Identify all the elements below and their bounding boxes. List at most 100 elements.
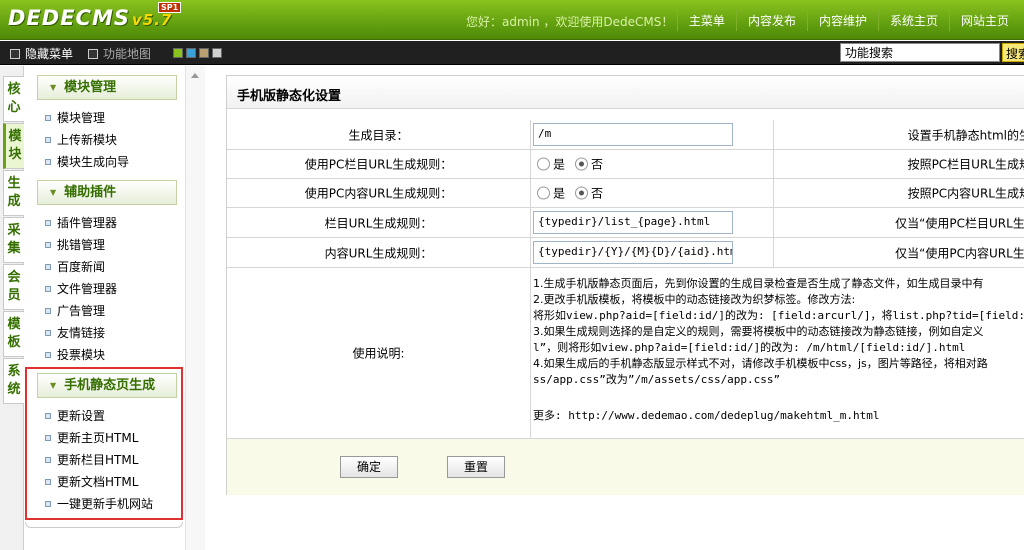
setting-row-art-rule: 使用PC内容URL生成规则： 是 否 按照PC内容URL生成规则生成	[227, 179, 1024, 208]
sidebar-item-label: 模块管理	[57, 111, 106, 125]
output-dir-input[interactable]: /m	[533, 123, 733, 146]
bullet-icon	[45, 351, 51, 358]
function-search-input[interactable]	[840, 43, 1000, 62]
nav-content-maintain[interactable]: 内容维护	[806, 10, 878, 31]
nav-content-publish[interactable]: 内容发布	[735, 10, 807, 31]
sidebar-item-label: 文件管理器	[57, 282, 118, 296]
skin-swatch-gray[interactable]	[212, 48, 222, 58]
setting-row-dir: 生成目录： /m 设置手机静态html的生成目录	[227, 120, 1024, 150]
side-tab-template[interactable]: 模板	[3, 311, 24, 357]
usage-line	[533, 388, 1024, 404]
grid-icon	[88, 48, 98, 59]
collapse-arrow-icon[interactable]	[191, 73, 199, 78]
usage-line: 将形如view.php?aid=[field:id/]的改为: [field:a…	[533, 309, 1024, 322]
radio-no[interactable]	[575, 186, 589, 200]
search-button[interactable]: 搜索	[1002, 43, 1024, 62]
sidebar-item-label: 挑错管理	[57, 238, 106, 252]
radio-yes-label: 是	[553, 186, 566, 201]
submit-button[interactable]: 确定	[340, 456, 398, 478]
form-footer: 确定 重置	[227, 439, 1024, 495]
panel-divider[interactable]	[185, 66, 205, 550]
skin-swatch-blue[interactable]	[186, 48, 196, 58]
sidebar-bottom-edge	[25, 522, 183, 528]
column-url-rule-input[interactable]: {typedir}/list_{page}.html	[533, 211, 733, 234]
skin-swatch-brown[interactable]	[199, 48, 209, 58]
usage-line: 4.如果生成后的手机静态版显示样式不对，请修改手机模板中css，js，图片等路径…	[533, 357, 988, 370]
sidebar-item-label: 友情链接	[57, 326, 106, 340]
sidebar-item-module-wizard[interactable]: 模块生成向导	[45, 153, 129, 170]
radio-yes[interactable]	[537, 157, 550, 171]
sidebar-item-ad-manager[interactable]: 广告管理	[45, 302, 105, 319]
section-helper-plugins[interactable]: ▼ 辅助插件	[37, 180, 177, 205]
usage-more-link[interactable]: 更多: http://www.dedemao.com/dedeplug/make…	[533, 408, 1024, 424]
hide-menu-button[interactable]: 隐藏菜单	[10, 45, 73, 62]
row-label: 使用PC栏目URL生成规则：	[304, 157, 453, 172]
page-title: 手机版静态化设置	[227, 76, 1024, 109]
bullet-icon	[45, 114, 51, 121]
row-label: 生成目录：	[348, 128, 409, 142]
triangle-down-icon: ▼	[50, 83, 57, 92]
side-tab-collect[interactable]: 采集	[3, 217, 24, 263]
nav-system-home[interactable]: 系统主页	[877, 10, 949, 31]
sidebar-item-label: 投票模块	[57, 348, 106, 362]
nav-main-menu[interactable]: 主菜单	[676, 10, 736, 31]
bullet-icon	[45, 285, 51, 292]
side-tab-module[interactable]: 模块	[3, 123, 24, 169]
hide-menu-label: 隐藏菜单	[25, 47, 74, 61]
side-tab-generate[interactable]: 生成	[3, 170, 24, 216]
setting-row-art-url: 内容URL生成规则： {typedir}/{Y}/{M}{D}/{aid}.ht…	[227, 238, 1024, 268]
sp-badge: SP1	[158, 2, 182, 13]
bullet-icon	[45, 241, 51, 248]
row-description: 按照PC内容URL生成规则生成	[907, 186, 1024, 201]
radio-yes-label: 是	[553, 157, 566, 172]
row-label: 栏目URL生成规则：	[324, 216, 433, 230]
function-map-button[interactable]: 功能地图	[88, 45, 151, 62]
skin-swatch-green[interactable]	[173, 48, 183, 58]
side-tabs: 核心 模块 生成 采集 会员 模板 系统	[0, 66, 24, 550]
bullet-icon	[45, 136, 51, 143]
side-tab-core[interactable]: 核心	[3, 76, 24, 122]
radio-yes[interactable]	[537, 186, 550, 200]
article-url-rule-input[interactable]: {typedir}/{Y}/{M}{D}/{aid}.html	[533, 241, 733, 264]
sidebar-item-baidu-news[interactable]: 百度新闻	[45, 258, 105, 275]
function-map-label: 功能地图	[103, 47, 152, 61]
sidebar-item-label: 模块生成向导	[57, 155, 130, 169]
reset-button[interactable]: 重置	[447, 456, 505, 478]
sidebar-item-vote-module[interactable]: 投票模块	[45, 346, 105, 363]
sidebar-item-module-manage[interactable]: 模块管理	[45, 109, 105, 126]
radio-no[interactable]	[575, 157, 589, 171]
sidebar-item-plugin-manager[interactable]: 插件管理器	[45, 214, 117, 231]
usage-line: ss/app.css”改为”/m/assets/css/app.css”	[533, 373, 781, 386]
usage-line: 1.生成手机版静态页面后，先到你设置的生成目录检查是否生成了静态文件，如生成目录…	[533, 277, 984, 290]
nav-site-home[interactable]: 网站主页	[948, 10, 1020, 31]
bullet-icon	[45, 329, 51, 336]
sidebar-item-upload-module[interactable]: 上传新模块	[45, 131, 117, 148]
sidebar-item-error-report[interactable]: 挑错管理	[45, 236, 105, 253]
top-header: DEDECMS v5.7 SP1 您好：admin ，欢迎使用DedeCMS！ 主…	[0, 0, 1024, 40]
col-rule-radio-group: 是 否	[537, 156, 603, 173]
sidebar-item-friend-links[interactable]: 友情链接	[45, 324, 105, 341]
row-label: 使用PC内容URL生成规则：	[304, 186, 453, 201]
side-tab-system[interactable]: 系统	[3, 358, 24, 404]
sidebar-item-file-manager[interactable]: 文件管理器	[45, 280, 117, 297]
section-title: 模块管理	[64, 80, 117, 95]
section-title: 辅助插件	[64, 185, 117, 200]
top-nav: 主菜单 内容发布 内容维护 系统主页 网站主页	[676, 10, 1020, 31]
row-description: 仅当“使用PC内容URL生成规则”	[895, 246, 1024, 260]
section-module-management[interactable]: ▼ 模块管理	[37, 75, 177, 100]
art-rule-radio-group: 是 否	[537, 185, 603, 202]
usage-line: 2.更改手机版模板，将模板中的动态链接改为织梦标签。修改方法:	[533, 293, 856, 306]
highlight-box	[25, 367, 183, 520]
sidebar-item-label: 上传新模块	[57, 133, 118, 147]
setting-row-col-url: 栏目URL生成规则： {typedir}/list_{page}.html 仅当…	[227, 208, 1024, 238]
row-description: 按照PC栏目URL生成规则生成	[907, 157, 1024, 172]
menu-icon	[10, 48, 20, 59]
sidebar-item-label: 广告管理	[57, 304, 106, 318]
sidebar-item-label: 百度新闻	[57, 260, 106, 274]
logo-text: DEDECMS	[8, 6, 130, 30]
row-description: 仅当“使用PC栏目URL生成规则”	[895, 216, 1024, 230]
bullet-icon	[45, 263, 51, 270]
side-tab-member[interactable]: 会员	[3, 264, 24, 310]
sidebar-item-label: 插件管理器	[57, 216, 118, 230]
bullet-icon	[45, 158, 51, 165]
